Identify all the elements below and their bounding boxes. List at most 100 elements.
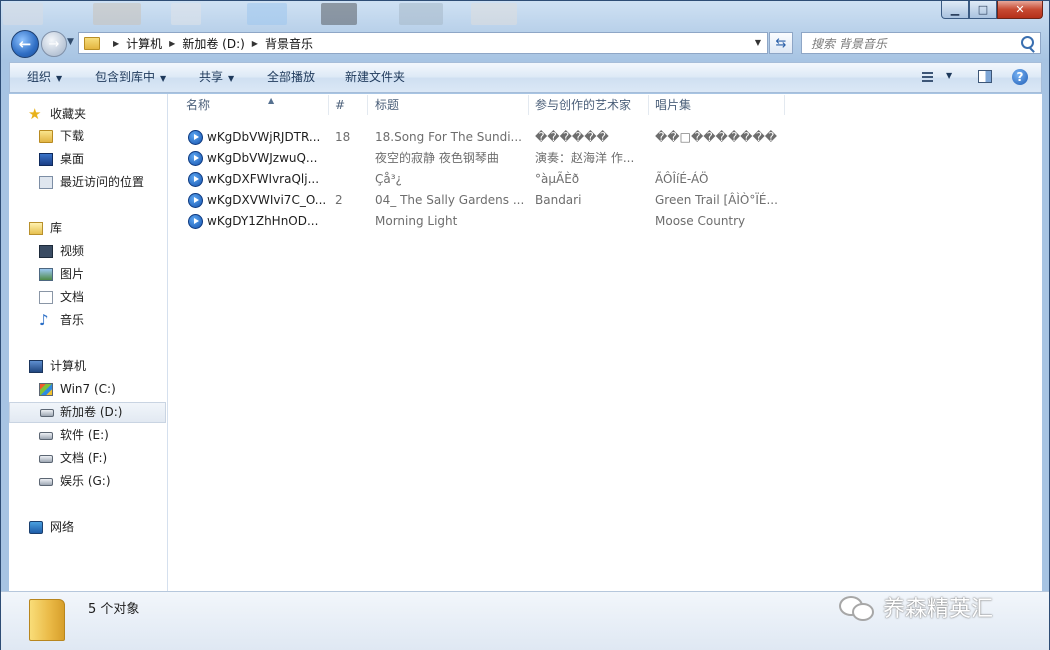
nav-libraries[interactable]: 库 <box>9 218 166 239</box>
recent-places-icon <box>39 176 53 189</box>
explorer-window: ▁ □ ✕ ← → ▼ ▶ 计算机 ▶ 新加卷 (D:) ▶ 背景音乐 ▼ ⇆ … <box>0 0 1050 650</box>
organize-menu[interactable]: 组织 ▼ <box>27 63 62 92</box>
search-input[interactable] <box>809 34 1018 54</box>
column-header-number[interactable]: # <box>335 94 345 116</box>
track-artist: Bandari <box>535 193 582 207</box>
column-divider[interactable] <box>784 95 785 115</box>
nav-drive-e[interactable]: 软件 (E:) <box>9 425 166 446</box>
nav-drive-d[interactable]: 新加卷 (D:) <box>9 402 166 423</box>
breadcrumb-separator-icon[interactable]: ▶ <box>252 39 258 48</box>
column-header-name[interactable]: 名称 ▲ <box>186 94 274 116</box>
column-header-album[interactable]: 唱片集 <box>655 94 691 116</box>
navigation-pane: ★ 收藏夹 下载 桌面 最近访问的位置 库 视频 图片 文档 ♪ 音乐 计算机 … <box>9 94 168 591</box>
change-view-icon[interactable] <box>922 72 936 83</box>
sort-ascending-icon: ▲ <box>268 96 275 105</box>
music-note-icon: ♪ <box>39 311 49 329</box>
nav-downloads[interactable]: 下载 <box>9 126 166 147</box>
watermark: 养森精英汇 <box>839 592 993 622</box>
nav-drive-e-label: 软件 (E:) <box>60 428 109 442</box>
nav-drive-g[interactable]: 娱乐 (G:) <box>9 471 166 492</box>
breadcrumb-drive-d[interactable]: 新加卷 (D:) <box>182 35 244 52</box>
folder-icon <box>29 599 65 641</box>
maximize-button[interactable]: □ <box>969 1 997 19</box>
file-name: wKgDY1ZhHnOD... <box>207 214 319 228</box>
new-folder-button[interactable]: 新建文件夹 <box>345 63 405 92</box>
nav-network[interactable]: 网络 <box>9 517 166 538</box>
track-title: 夜空的寂静 夜色钢琴曲 <box>375 151 499 165</box>
track-album: ��□������� <box>655 130 778 144</box>
address-dropdown-icon[interactable]: ▼ <box>755 38 761 47</box>
track-artist: °àµÃÈð <box>535 172 580 186</box>
track-album: Moose Country <box>655 214 746 228</box>
file-name: wKgDXFWIvraQlj... <box>207 172 320 186</box>
drive-icon <box>39 432 53 440</box>
window-caption-buttons: ▁ □ ✕ <box>941 1 1043 19</box>
nav-music-label: 音乐 <box>60 313 85 327</box>
nav-desktop[interactable]: 桌面 <box>9 149 166 170</box>
track-number: 2 <box>335 193 343 207</box>
background-thumbnails <box>1 1 601 27</box>
back-arrow-icon: ← <box>18 35 32 53</box>
nav-favorites[interactable]: ★ 收藏夹 <box>9 104 166 125</box>
preview-pane-icon[interactable] <box>978 70 992 83</box>
star-icon: ★ <box>28 105 42 123</box>
breadcrumb-separator-icon[interactable]: ▶ <box>113 39 119 48</box>
forward-arrow-icon: → <box>48 36 60 52</box>
share-menu[interactable]: 共享 ▼ <box>199 63 234 92</box>
refresh-button[interactable]: ⇆ <box>769 32 793 54</box>
track-title: Morning Light <box>375 214 458 228</box>
column-divider[interactable] <box>328 95 329 115</box>
nav-recent-label: 最近访问的位置 <box>60 175 145 189</box>
track-number: 18 <box>335 130 351 144</box>
back-button[interactable]: ← <box>11 30 39 58</box>
column-divider[interactable] <box>528 95 529 115</box>
file-row[interactable]: wKgDbVWjRJDTR... 18 18.Song For The Sund… <box>168 127 1042 148</box>
include-in-library-label: 包含到库中 <box>95 70 156 84</box>
column-divider[interactable] <box>648 95 649 115</box>
nav-computer-label: 计算机 <box>50 359 87 373</box>
play-all-button[interactable]: 全部播放 <box>267 63 315 92</box>
video-icon <box>39 245 53 258</box>
media-file-icon <box>188 151 203 166</box>
file-row[interactable]: wKgDXFWIvraQlj... Çå³¿ °àµÃÈð ÃÔÎíÉ-ÁÖ <box>168 169 1042 190</box>
media-file-icon <box>188 130 203 145</box>
include-in-library-menu[interactable]: 包含到库中 ▼ <box>95 63 166 92</box>
breadcrumb-current-folder[interactable]: 背景音乐 <box>265 35 313 52</box>
view-options-dropdown-icon[interactable]: ▼ <box>946 71 952 80</box>
media-file-icon <box>188 214 203 229</box>
nav-favorites-label: 收藏夹 <box>50 107 87 121</box>
nav-drive-c[interactable]: Win7 (C:) <box>9 379 166 400</box>
nav-drive-f[interactable]: 文档 (F:) <box>9 448 166 469</box>
new-folder-label: 新建文件夹 <box>345 70 406 84</box>
search-icon[interactable] <box>1021 36 1034 49</box>
file-row[interactable]: wKgDXVWIvi7C_O... 2 04_ The Sally Garden… <box>168 190 1042 211</box>
column-header-title[interactable]: 标题 <box>375 94 399 116</box>
column-header-artist[interactable]: 参与创作的艺术家 <box>535 94 631 116</box>
nav-recent-places[interactable]: 最近访问的位置 <box>9 172 166 193</box>
nav-drive-c-label: Win7 (C:) <box>60 382 116 396</box>
nav-pictures[interactable]: 图片 <box>9 264 166 285</box>
help-icon[interactable]: ? <box>1012 69 1028 85</box>
file-row[interactable]: wKgDbVWJzwuQ... 夜空的寂静 夜色钢琴曲 演奏：赵海洋 作... <box>168 148 1042 169</box>
breadcrumb-computer[interactable]: 计算机 <box>126 35 162 52</box>
pictures-icon <box>39 268 53 281</box>
address-bar[interactable]: ▶ 计算机 ▶ 新加卷 (D:) ▶ 背景音乐 ▼ <box>78 32 768 54</box>
desktop-icon <box>39 153 53 166</box>
nav-videos[interactable]: 视频 <box>9 241 166 262</box>
share-label: 共享 <box>199 70 224 84</box>
forward-button[interactable]: → <box>41 31 67 57</box>
nav-music[interactable]: ♪ 音乐 <box>9 310 166 331</box>
nav-documents[interactable]: 文档 <box>9 287 166 308</box>
track-artist: 演奏：赵海洋 作... <box>535 151 635 165</box>
close-button[interactable]: ✕ <box>997 1 1043 19</box>
folder-icon <box>84 36 100 50</box>
breadcrumb-separator-icon[interactable]: ▶ <box>169 39 175 48</box>
column-divider[interactable] <box>367 95 368 115</box>
media-file-icon <box>188 172 203 187</box>
minimize-button[interactable]: ▁ <box>941 1 969 19</box>
file-row[interactable]: wKgDY1ZhHnOD... Morning Light Moose Coun… <box>168 211 1042 232</box>
nav-computer[interactable]: 计算机 <box>9 356 166 377</box>
file-name: wKgDbVWJzwuQ... <box>207 151 318 165</box>
nav-documents-label: 文档 <box>60 290 85 304</box>
recent-pages-dropdown[interactable]: ▼ <box>67 37 74 47</box>
